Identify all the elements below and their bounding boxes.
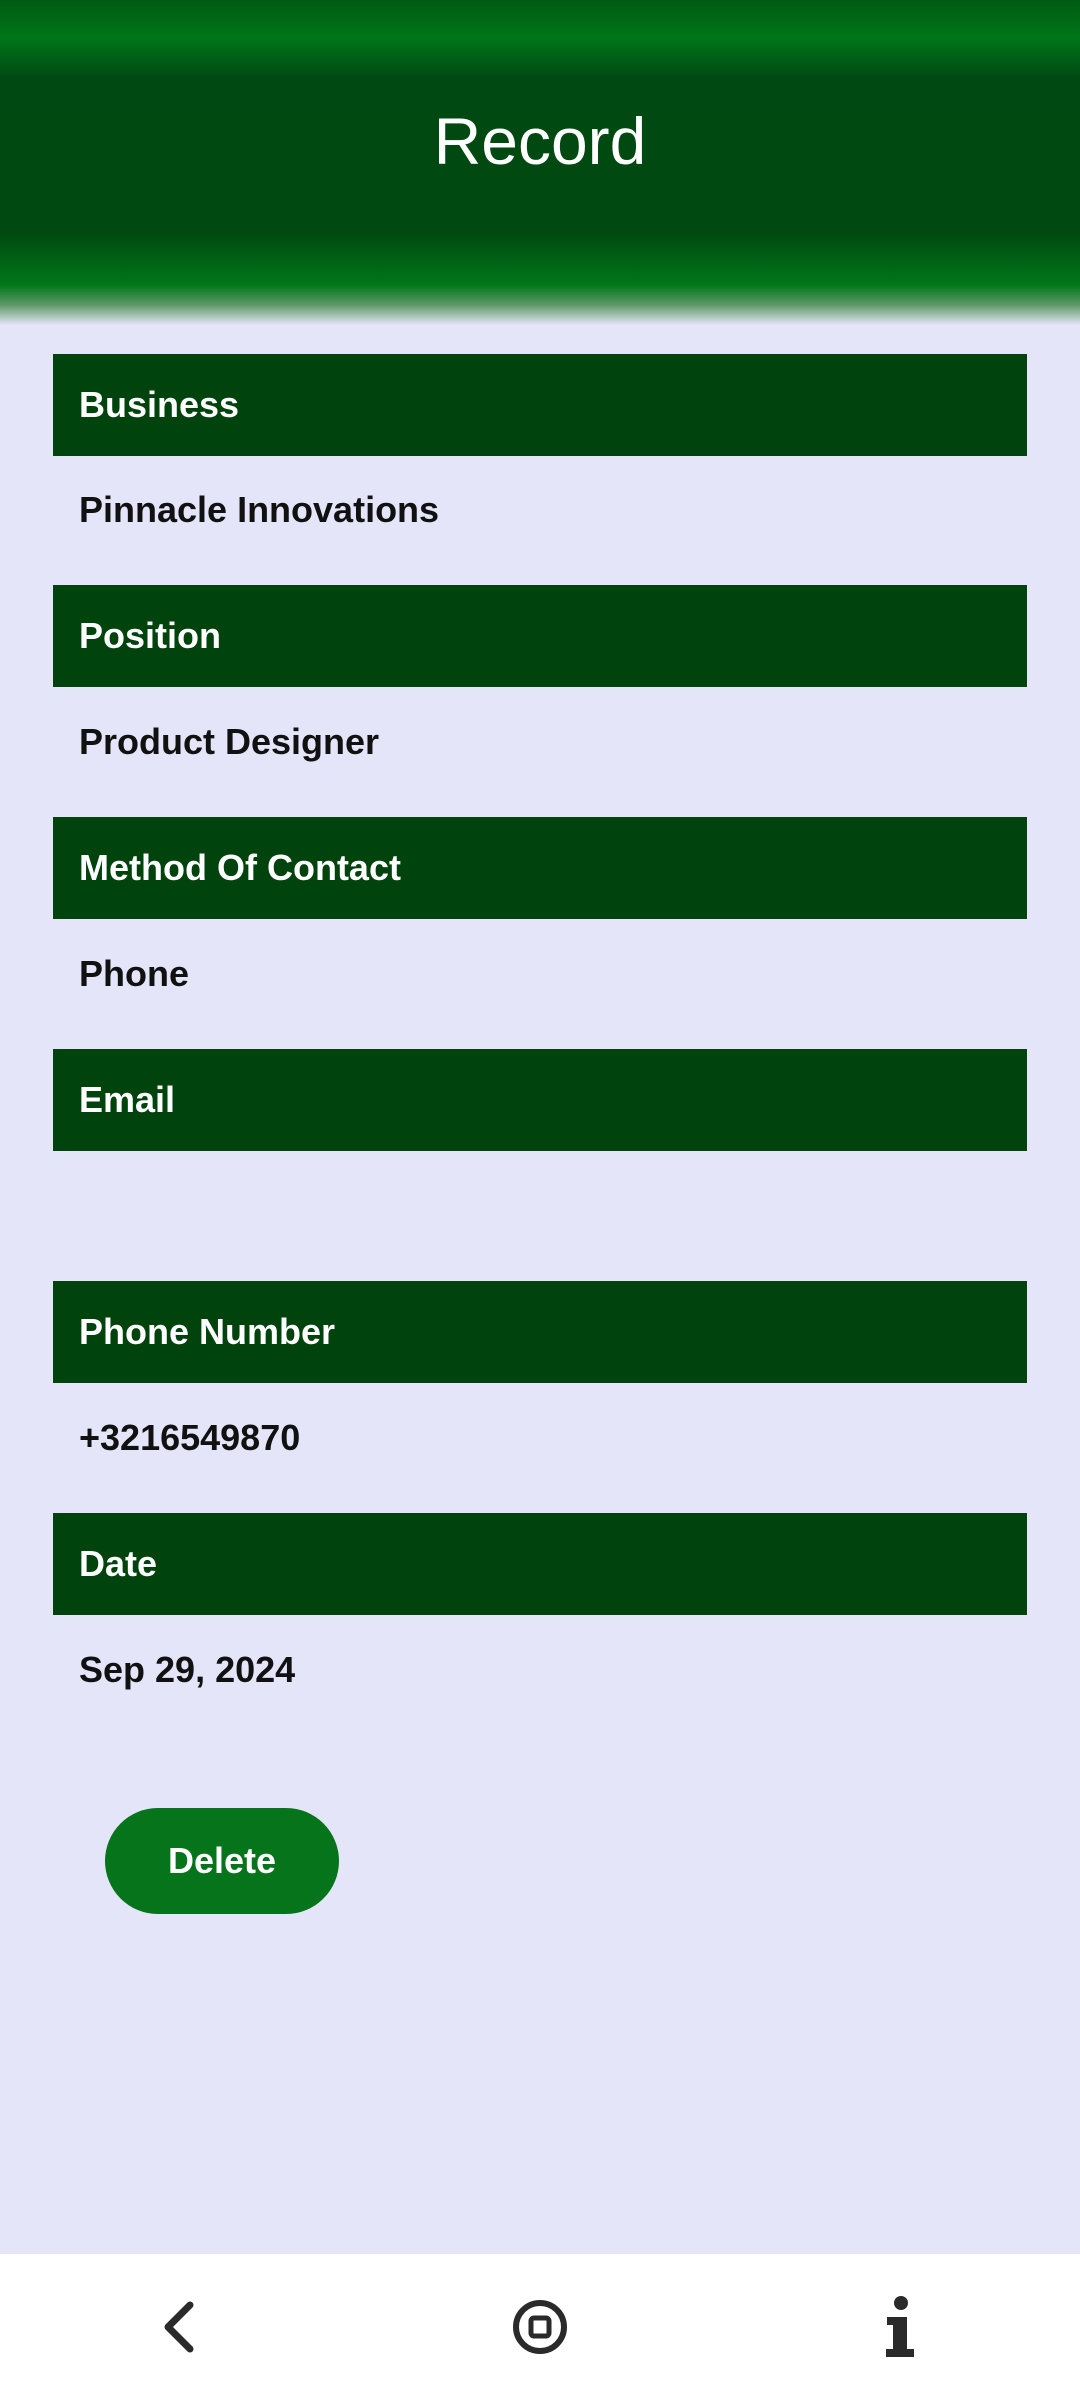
field-value-date: Sep 29, 2024 — [79, 1649, 296, 1690]
field-label: Phone Number — [79, 1311, 336, 1352]
field-label: Position — [79, 615, 221, 656]
field-header-phone-number: Phone Number — [53, 1281, 1027, 1383]
field-header-date: Date — [53, 1513, 1027, 1615]
field-value-position: Product Designer — [79, 721, 380, 762]
info-button[interactable] — [840, 2254, 960, 2400]
field-label: Method Of Contact — [79, 847, 401, 888]
back-icon — [164, 2301, 194, 2353]
home-icon — [513, 2300, 567, 2354]
page-title: Record — [433, 104, 647, 178]
field-label: Date — [79, 1543, 158, 1584]
field-label: Email — [79, 1079, 176, 1120]
field-value-business: Pinnacle Innovations — [79, 489, 440, 530]
field-label: Business — [79, 384, 240, 425]
field-value-phone-number: +3216549870 — [79, 1417, 301, 1458]
field-header-method-of-contact: Method Of Contact — [53, 817, 1027, 919]
back-button[interactable] — [120, 2254, 240, 2400]
app-header: Record — [0, 0, 1080, 325]
bottom-nav-bar — [0, 2254, 1080, 2400]
field-header-email: Email — [53, 1049, 1027, 1151]
field-header-position: Position — [53, 585, 1027, 687]
field-header-business: Business — [53, 354, 1027, 456]
delete-button[interactable]: Delete — [105, 1808, 339, 1914]
home-button[interactable] — [480, 2254, 600, 2400]
info-icon — [886, 2296, 914, 2357]
field-value-method-of-contact: Phone — [79, 953, 190, 994]
